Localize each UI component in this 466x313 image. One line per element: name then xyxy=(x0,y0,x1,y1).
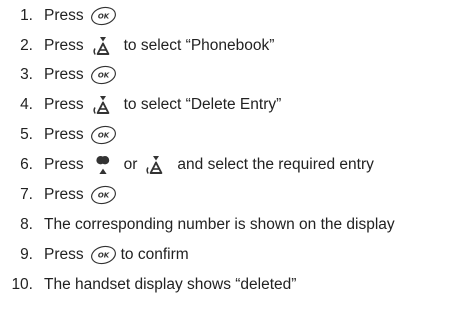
step-text: Press xyxy=(44,7,84,24)
ok-key-icon xyxy=(90,245,117,265)
list-item: 1. Press xyxy=(0,1,121,31)
step-text: Press xyxy=(44,156,84,173)
ok-key-icon xyxy=(90,125,117,145)
step-number: 5. xyxy=(20,126,33,143)
step-text: The handset display shows “deleted” xyxy=(44,276,297,293)
step-text: The corresponding number is shown on the… xyxy=(44,216,395,233)
step-text: Press xyxy=(44,186,84,203)
step-number: 4. xyxy=(20,96,33,113)
ok-key-icon xyxy=(90,6,117,26)
step-text: Press xyxy=(44,66,84,83)
step-number: 2. xyxy=(20,37,33,54)
list-item: 7. Press xyxy=(0,180,121,210)
list-item: 2. Press to select “Phonebook” xyxy=(0,31,274,61)
list-item: 6. Press or and select the required entr… xyxy=(0,150,374,180)
ok-key-icon xyxy=(90,65,117,85)
up-key-icon xyxy=(92,153,114,177)
down-phonebook-key-icon xyxy=(92,93,114,117)
down-phonebook-key-icon xyxy=(145,153,167,177)
step-text: Press xyxy=(44,126,84,143)
list-item: 9. Press to confirm xyxy=(0,240,189,270)
step-text: Press xyxy=(44,37,84,54)
ok-key-icon xyxy=(90,185,117,205)
step-text-after: to confirm xyxy=(120,246,189,263)
list-item: 3. Press xyxy=(0,60,121,90)
step-text-after: to select “Phonebook” xyxy=(123,37,275,54)
list-item: 10. The handset display shows “deleted” xyxy=(0,270,296,300)
down-phonebook-key-icon xyxy=(92,34,114,58)
step-number: 8. xyxy=(20,216,33,233)
list-item: 4. Press to select “Delete Entry” xyxy=(0,90,281,120)
step-number: 10. xyxy=(11,276,33,293)
step-number: 3. xyxy=(20,66,33,83)
step-text-after: and select the required entry xyxy=(177,156,374,173)
step-number: 7. xyxy=(20,186,33,203)
step-text: Press xyxy=(44,246,84,263)
step-text-after: to select “Delete Entry” xyxy=(123,96,282,113)
list-item: 8. The corresponding number is shown on … xyxy=(0,210,395,240)
step-text: Press xyxy=(44,96,84,113)
step-number: 6. xyxy=(20,156,33,173)
step-text-or: or xyxy=(123,156,138,173)
step-number: 9. xyxy=(20,246,33,263)
list-item: 5. Press xyxy=(0,120,121,150)
step-number: 1. xyxy=(20,7,33,24)
